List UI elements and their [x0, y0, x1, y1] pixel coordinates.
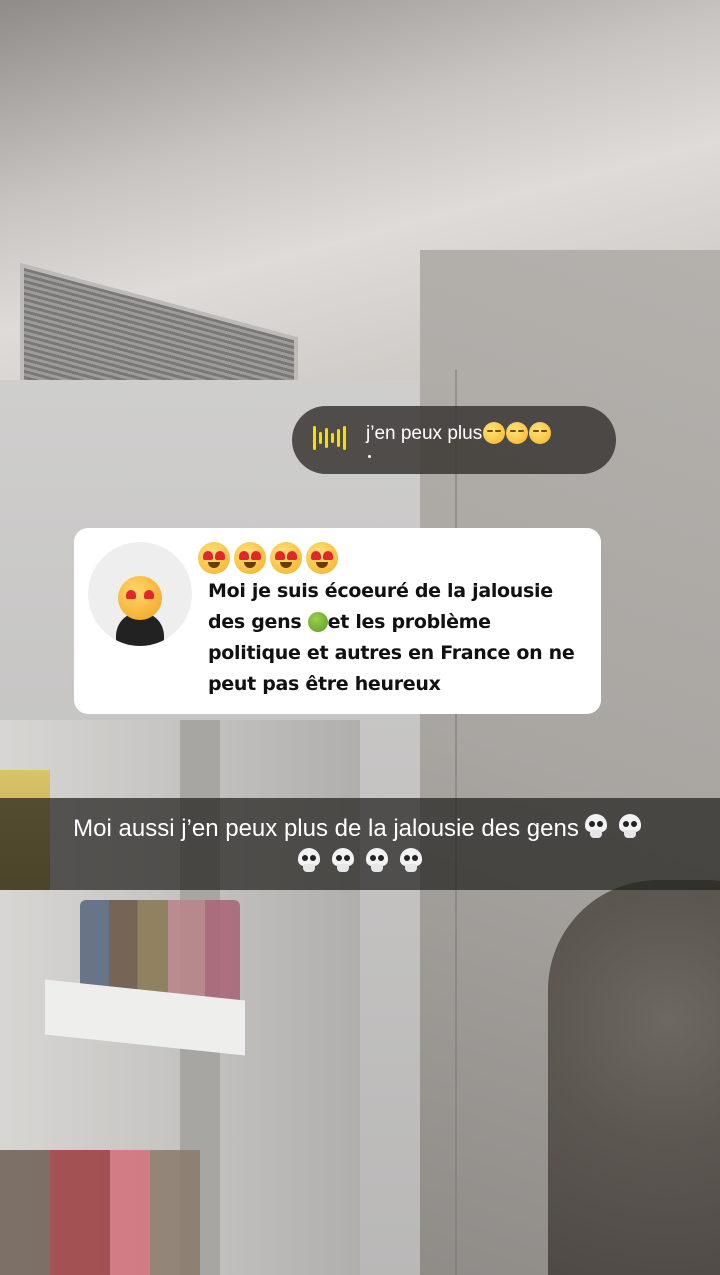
pensive-face-icon: [483, 422, 506, 444]
heart-eyes-face-icon: [234, 542, 266, 574]
caption-bar[interactable]: Moi aussi j’en peux plus de la jalousie …: [0, 798, 720, 890]
question-text: Moi je suis écoeuré de la jalousie des g…: [208, 576, 588, 700]
emoji-row: [198, 542, 338, 576]
skull-icon: [364, 848, 390, 874]
skull-icon: [296, 848, 322, 874]
skull-icon: [398, 848, 424, 874]
skull-icon: [583, 814, 609, 840]
pensive-face-icon: [506, 422, 529, 444]
caption-line-2: [0, 846, 720, 880]
audio-dot: [368, 455, 371, 458]
heart-eyes-face-icon: [118, 576, 162, 620]
lower-shelf-items: [0, 1150, 200, 1275]
avatar: [88, 542, 192, 646]
heart-eyes-face-icon: [306, 542, 338, 574]
audio-reply-sticker[interactable]: j’en peux plus: [292, 406, 616, 474]
pensive-face-icon: [529, 422, 552, 444]
armchair: [548, 880, 720, 1275]
heart-eyes-face-icon: [198, 542, 230, 574]
caption-text: Moi aussi j’en peux plus de la jalousie …: [0, 812, 720, 880]
question-reply-card[interactable]: Moi je suis écoeuré de la jalousie des g…: [74, 528, 601, 714]
skull-icon: [617, 814, 643, 840]
nauseated-face-icon: [307, 612, 328, 632]
caption-label: Moi aussi j’en peux plus de la jalousie …: [73, 815, 579, 842]
audio-reply-label: j’en peux plus: [366, 423, 483, 444]
audio-waveform-icon: [312, 420, 352, 456]
audio-reply-text: j’en peux plus: [366, 422, 552, 446]
skull-icon: [330, 848, 356, 874]
heart-eyes-face-icon: [270, 542, 302, 574]
